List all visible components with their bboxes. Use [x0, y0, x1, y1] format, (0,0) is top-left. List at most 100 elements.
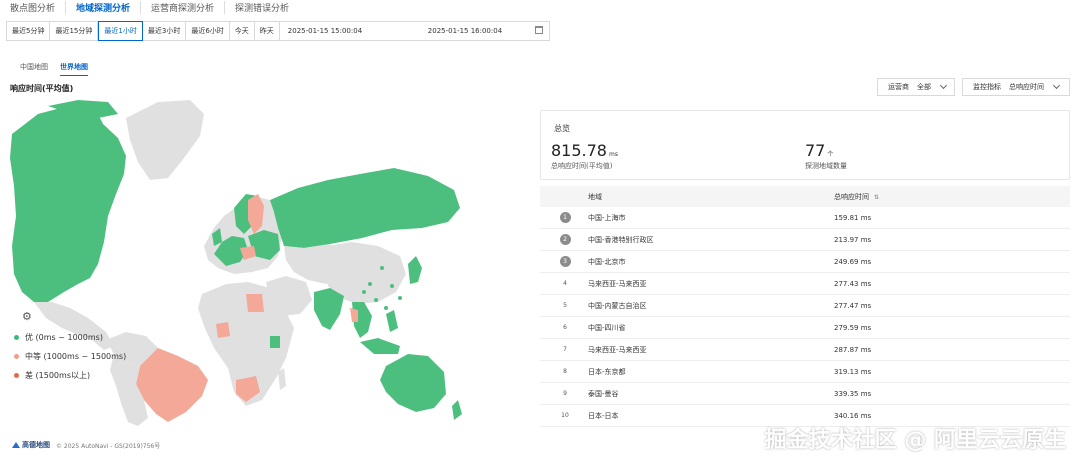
response-time-cell: 249.69 ms: [834, 257, 872, 266]
map-region-kenya: [270, 336, 280, 348]
map-region-nigeria: [216, 322, 230, 338]
range-6hour-button[interactable]: 最近6小时: [186, 22, 230, 40]
rank-cell: 5: [540, 302, 588, 309]
rank-badge: 1: [559, 212, 571, 223]
start-time[interactable]: 2025-01-15 15:00:04: [288, 27, 428, 35]
map-region-australia: [380, 354, 446, 412]
summary-card: 总览 815.78 ms 总响应时间(平均值) 77 个 探测地域数量: [540, 110, 1070, 180]
range-today-button[interactable]: 今天: [230, 22, 255, 40]
rank-cell: 9: [540, 390, 588, 397]
tab-world-map[interactable]: 世界地图: [60, 62, 88, 76]
region-count-label: 探测地域数量: [805, 162, 847, 170]
table-row[interactable]: 6 中国-四川省 279.59 ms: [540, 317, 1070, 339]
map-region-new-zealand: [452, 400, 462, 420]
map-region-india: [314, 288, 344, 330]
legend-item-poor: 差 (1500ms以上): [14, 370, 90, 381]
region-cell: 中国-香港特别行政区: [588, 235, 654, 244]
rank-cell: 2: [540, 234, 588, 245]
probe-point: [390, 284, 394, 288]
region-count-metric: 77 个 探测地域数量: [805, 141, 847, 171]
map-region-indonesia: [360, 338, 400, 354]
rank-badge: 10: [561, 412, 569, 419]
table-row[interactable]: 2 中国-香港特别行政区 213.97 ms: [540, 229, 1070, 251]
map-region-thailand: [350, 308, 358, 322]
table-row[interactable]: 5 中国-内蒙古自治区 277.47 ms: [540, 295, 1070, 317]
map-region-egypt: [246, 294, 264, 312]
region-cell: 日本-日本: [588, 411, 619, 420]
operator-value: 全部: [917, 83, 931, 91]
range-yesterday-button[interactable]: 昨天: [255, 22, 280, 40]
rank-badge: 3: [559, 256, 571, 267]
avg-response-metric: 815.78 ms 总响应时间(平均值): [551, 141, 618, 171]
summary-title: 总览: [554, 124, 570, 133]
header-region: 地域: [588, 192, 602, 201]
header-time[interactable]: 总响应时间 ⇅: [834, 192, 1070, 202]
region-cell: 马来西亚-马来西亚: [588, 279, 647, 288]
map-region-north-america: [10, 106, 126, 302]
response-time-cell: 340.16 ms: [834, 411, 872, 420]
table-row[interactable]: 3 中国-北京市 249.69 ms: [540, 251, 1070, 273]
operator-select[interactable]: 运营商 全部: [877, 78, 955, 96]
tab-china-map[interactable]: 中国地图: [20, 62, 48, 76]
region-cell: 中国-北京市: [588, 257, 626, 266]
region-count-value: 77: [805, 141, 826, 160]
region-cell: 日本-东京都: [588, 367, 626, 376]
time-range-picker: 最近5分钟 最近15分钟 最近1小时 最近3小时 最近6小时 今天 昨天 202…: [6, 21, 550, 41]
probe-point: [374, 298, 378, 302]
range-15min-button[interactable]: 最近15分钟: [50, 22, 99, 40]
watermark: 掘金技术社区 @ 阿里云云原生: [764, 428, 1066, 453]
probe-point: [368, 282, 372, 286]
map-region-greenland: [126, 100, 204, 180]
table-row[interactable]: 1 中国-上海市 159.81 ms: [540, 207, 1070, 229]
rank-badge: 8: [563, 368, 567, 375]
rank-badge: 9: [563, 390, 567, 397]
range-1hour-button[interactable]: 最近1小时: [98, 21, 143, 41]
range-5min-button[interactable]: 最近5分钟: [7, 22, 51, 40]
amap-logo-text: 高德地图: [22, 441, 50, 449]
chevron-down-icon: [939, 81, 948, 90]
legend-item-good: 优 (0ms ~ 1000ms): [14, 332, 103, 343]
region-cell: 马来西亚-马来西亚: [588, 345, 647, 354]
avg-response-label: 总响应时间(平均值): [551, 162, 613, 170]
amap-logo: 高德地图: [12, 440, 50, 450]
rank-badge: 6: [563, 324, 567, 331]
table-row[interactable]: 9 泰国-曼谷 339.35 ms: [540, 383, 1070, 405]
metric-select[interactable]: 监控指标 总响应时间: [962, 78, 1070, 96]
range-3hour-button[interactable]: 最近3小时: [143, 22, 187, 40]
table-header: 地域 总响应时间 ⇅: [540, 186, 1070, 207]
settings-gear-icon[interactable]: ⚙: [22, 310, 32, 323]
operator-label: 运营商: [888, 83, 909, 91]
legend-dot-medium: [14, 354, 19, 359]
sort-icon[interactable]: ⇅: [874, 194, 879, 201]
tab-region-analysis[interactable]: 地域探测分析: [76, 0, 142, 14]
rank-cell: 1: [540, 212, 588, 223]
response-time-cell: 159.81 ms: [834, 213, 872, 222]
response-time-cell: 339.35 ms: [834, 389, 872, 398]
avg-response-value: 815.78: [551, 141, 607, 160]
chevron-down-icon: [1052, 81, 1061, 90]
region-ranking-table: 地域 总响应时间 ⇅ 1 中国-上海市 159.81 ms 2 中国-香港特别行政区 213…: [540, 186, 1070, 427]
map-region-japan: [408, 256, 422, 284]
response-time-cell: 319.13 ms: [834, 367, 872, 376]
rank-cell: 8: [540, 368, 588, 375]
tab-error-analysis[interactable]: 探测错误分析: [235, 1, 299, 14]
section-title: 响应时间(平均值): [10, 84, 74, 93]
copyright-text: © 2025 AutoNavi - GS(2019)756号: [56, 442, 161, 450]
legend-label-medium: 中等 (1000ms ~ 1500ms): [25, 352, 127, 361]
response-time-cell: 213.97 ms: [834, 235, 872, 244]
date-range-input[interactable]: 2025-01-15 15:00:04 2025-01-15 16:00:04: [280, 22, 549, 40]
table-row[interactable]: 8 日本-东京都 319.13 ms: [540, 361, 1070, 383]
rank-cell: 7: [540, 346, 588, 353]
region-cell: 泰国-曼谷: [588, 389, 619, 398]
table-row[interactable]: 7 马来西亚-马来西亚 287.87 ms: [540, 339, 1070, 361]
table-row[interactable]: 4 马来西亚-马来西亚 277.43 ms: [540, 273, 1070, 295]
tab-operator-analysis[interactable]: 运营商探测分析: [151, 0, 226, 14]
region-cell: 中国-四川省: [588, 323, 626, 332]
analysis-tabs: 散点图分析 地域探测分析 运营商探测分析 探测错误分析: [10, 0, 309, 14]
probe-point: [380, 266, 384, 270]
end-time[interactable]: 2025-01-15 16:00:04: [428, 27, 502, 35]
rank-badge: 2: [559, 234, 571, 245]
calendar-icon[interactable]: [535, 26, 543, 34]
legend-dot-good: [14, 335, 19, 340]
tab-scatter-analysis[interactable]: 散点图分析: [10, 0, 67, 14]
